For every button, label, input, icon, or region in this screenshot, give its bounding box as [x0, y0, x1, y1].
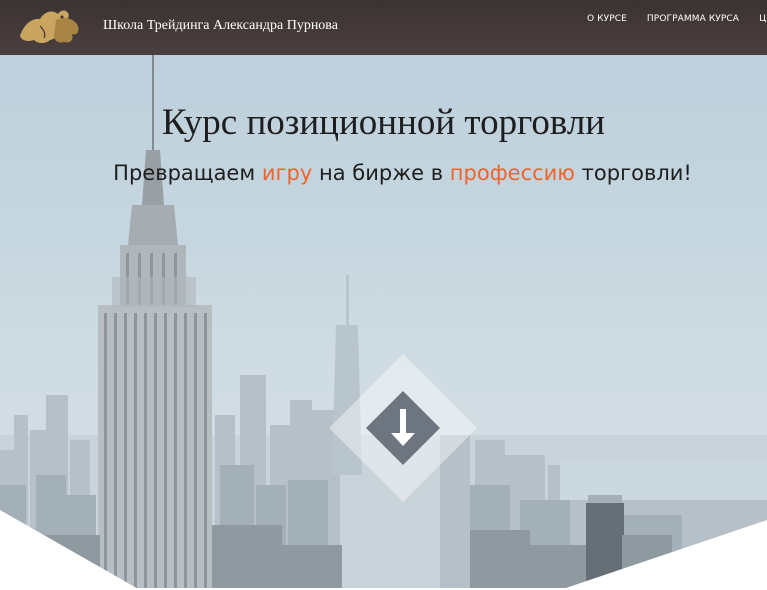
- subtitle-part-2: на бирже в: [312, 161, 450, 185]
- scroll-down-button[interactable]: [329, 354, 477, 502]
- main-nav: О КУРСЕ ПРОГРАММА КУРСА ЦЕ: [587, 14, 767, 24]
- site-brand-name[interactable]: Школа Трейдинга Александра Пурнова: [103, 18, 338, 34]
- subtitle-part-1: Превращаем: [113, 161, 262, 185]
- nav-item-price[interactable]: ЦЕ: [759, 14, 767, 24]
- hero-section: Курс позиционной торговли Превращаем игр…: [0, 55, 767, 590]
- nav-item-about[interactable]: О КУРСЕ: [587, 14, 627, 24]
- subtitle-highlight-profession: профессию: [449, 161, 575, 185]
- nav-item-program[interactable]: ПРОГРАММА КУРСА: [647, 14, 739, 24]
- bull-bear-logo-icon[interactable]: [16, 6, 82, 48]
- subtitle-part-3: торговли!: [574, 161, 692, 185]
- subtitle-highlight-game: игру: [261, 161, 313, 185]
- site-header: Школа Трейдинга Александра Пурнова О КУР…: [0, 0, 767, 55]
- hero-subtitle: Превращаем игру на бирже в профессию тор…: [0, 161, 767, 185]
- hero-title: Курс позиционной торговли: [161, 102, 606, 143]
